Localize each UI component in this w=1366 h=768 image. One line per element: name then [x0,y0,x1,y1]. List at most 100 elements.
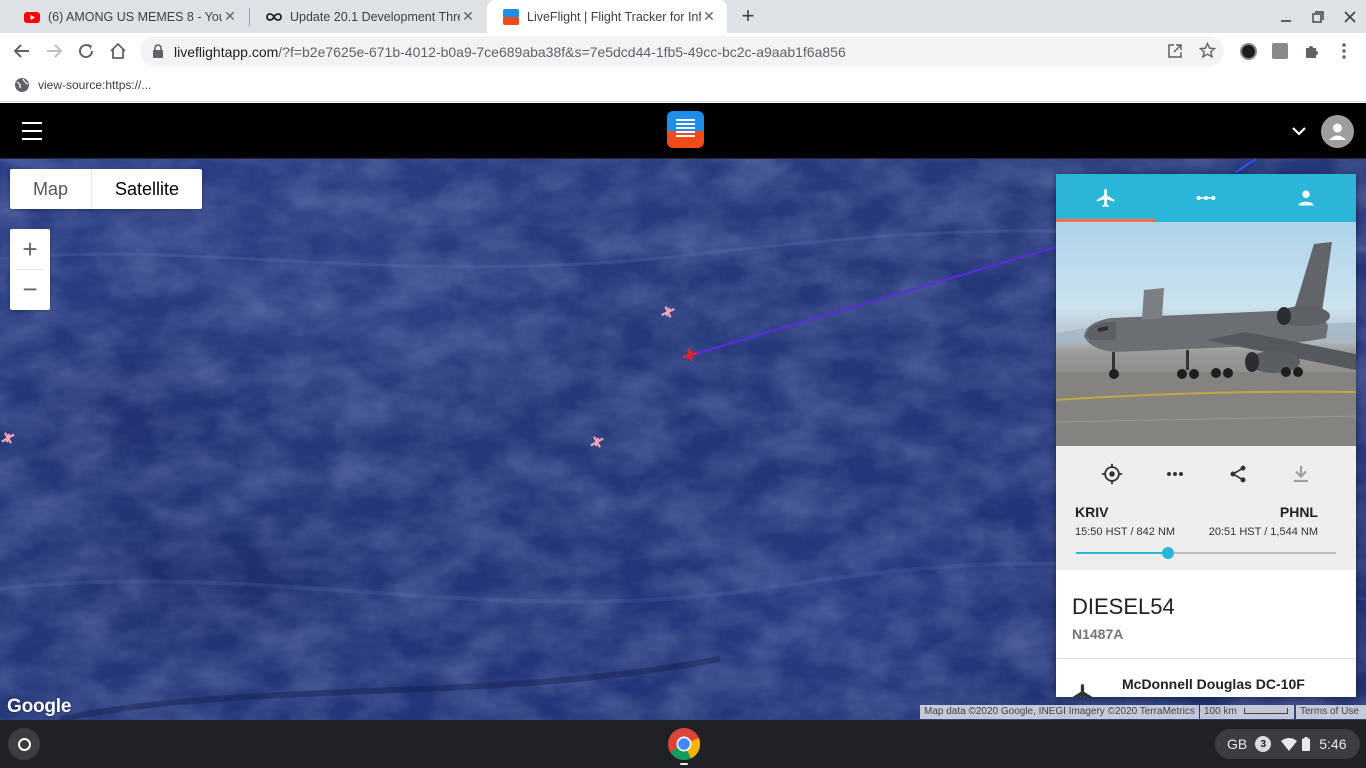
chevron-down-icon[interactable] [1290,122,1308,140]
forward-button[interactable] [40,37,68,65]
launcher-button[interactable] [8,728,40,760]
clock: 5:46 [1319,736,1347,752]
tab-liveflight[interactable]: LiveFlight | Flight Tracker for Infinite… [487,0,727,33]
map-scale[interactable]: 100 km [1200,705,1294,719]
tab-title: LiveFlight | Flight Tracker for Infinite… [527,9,701,24]
site-header [0,103,1366,159]
lock-icon [153,44,163,58]
flight-callsign: DIESEL54 [1072,594,1175,619]
close-tab-icon[interactable]: ✕ [460,8,476,25]
destination-airport: PHNL [1279,504,1318,520]
globe-icon [15,78,29,92]
menu-button[interactable] [1330,37,1358,65]
tab-pilot[interactable] [1256,174,1356,222]
tab-title: (6) AMONG US MEMES 8 - YouTube [48,9,222,24]
liveflight-icon [503,8,519,25]
crosshair-icon [1101,463,1123,485]
origin-airport: KRIV [1075,504,1109,520]
chrome-icon[interactable] [667,727,701,761]
os-shelf: GB 3 5:46 [0,720,1366,768]
forward-arrow-icon [47,44,63,58]
flight-progress-marker [1161,547,1174,559]
launcher-icon [17,737,31,751]
notification-badge: 3 [1255,736,1272,752]
minimize-button[interactable] [1274,6,1298,28]
extension-button[interactable] [1266,37,1294,65]
aircraft-registration: N1487A [1072,626,1124,642]
menu-icon[interactable] [22,122,42,140]
more-horiz-icon [1167,472,1183,476]
more-button[interactable] [1161,460,1189,488]
panel-tabs [1056,174,1356,222]
infinite-flight-icon [266,12,282,21]
home-button[interactable] [104,37,132,65]
running-indicator [680,763,688,765]
restore-button[interactable] [1306,6,1330,28]
minimize-icon [1281,20,1291,22]
tab-flight[interactable] [1056,174,1156,222]
back-arrow-icon [13,44,29,58]
origin-time-distance: 15:50 HST / 842 NM [1075,526,1176,538]
tab-if-community[interactable]: Update 20.1 Development Thread ✕ [250,0,486,33]
flight-info-panel: KRIV 15:50 HST / 842 NM PHNL 20:51 HST /… [1056,174,1356,697]
extensions-button[interactable] [1298,37,1326,65]
flight-actions: KRIV 15:50 HST / 842 NM PHNL 20:51 HST /… [1056,446,1356,570]
status-tray[interactable]: GB 3 5:46 [1215,729,1360,759]
zoom-in-button[interactable]: + [10,229,50,269]
map-type-map-button[interactable]: Map [10,169,93,209]
home-icon [110,42,126,59]
back-button[interactable] [8,37,36,65]
close-tab-icon[interactable]: ✕ [222,8,238,25]
bookmark-label: view-source:https://... [38,78,152,92]
open-in-new-icon[interactable] [1168,44,1182,58]
close-tab-icon[interactable]: ✕ [701,8,717,25]
destination-time-distance: 20:51 HST / 1,544 NM [1208,526,1318,538]
flight-progress-fill [1076,552,1168,554]
url-host: liveflightapp.com [174,44,279,60]
url-path: /?f=b2e7625e-671b-4012-b0a9-7ce689aba38f… [278,44,846,60]
new-tab-button[interactable]: + [736,4,760,28]
share-icon [1230,465,1246,483]
download-icon [1294,466,1308,483]
aircraft-type: McDonnell Douglas DC-10F [1122,676,1305,692]
aircraft-photo [1056,222,1356,446]
scale-label: 100 km [1204,706,1237,717]
wifi-icon [1281,737,1298,751]
bookmark-star-icon[interactable] [1199,42,1216,59]
youtube-icon [24,11,40,23]
avatar[interactable] [1321,115,1354,148]
extension-button[interactable] [1234,37,1262,65]
extension-dark-icon [1239,42,1257,60]
tab-strip: (6) AMONG US MEMES 8 - YouTube ✕ Update … [0,0,1366,33]
reload-button[interactable] [72,37,100,65]
keyboard-locale: GB [1227,736,1248,752]
liveflight-logo[interactable] [667,111,704,148]
download-button[interactable] [1287,460,1315,488]
browser-toolbar: liveflightapp.com/?f=b2e7625e-671b-4012-… [0,33,1366,69]
map-type-control: Map Satellite [10,169,203,209]
extension-grey-icon [1272,43,1288,59]
bookmark-item[interactable]: view-source:https://... [14,77,151,93]
terms-link[interactable]: Terms of Use [1296,705,1366,719]
url-text: liveflightapp.com/?f=b2e7625e-671b-4012-… [174,44,846,60]
airplane-icon [1072,684,1093,697]
divider [1056,658,1356,659]
share-button[interactable] [1224,460,1252,488]
airplane-icon [1096,188,1115,208]
bookmarks-bar: view-source:https://... [0,69,1366,102]
zoom-out-button[interactable]: − [10,269,50,309]
reload-icon [79,44,94,59]
battery-icon [1302,737,1311,751]
route-icon [1196,195,1216,201]
close-icon [1344,11,1356,23]
map-attribution: Map data ©2020 Google, INEGI Imagery ©20… [920,705,1199,719]
person-icon [1298,190,1314,206]
puzzle-icon [1306,46,1318,58]
locate-button[interactable] [1098,460,1126,488]
close-window-button[interactable] [1338,6,1362,28]
map-type-satellite-button[interactable]: Satellite [92,169,202,209]
tab-route[interactable] [1156,174,1256,222]
tab-youtube[interactable]: (6) AMONG US MEMES 8 - YouTube ✕ [8,0,248,33]
person-icon [1329,123,1346,140]
address-bar[interactable]: liveflightapp.com/?f=b2e7625e-671b-4012-… [140,36,1224,66]
